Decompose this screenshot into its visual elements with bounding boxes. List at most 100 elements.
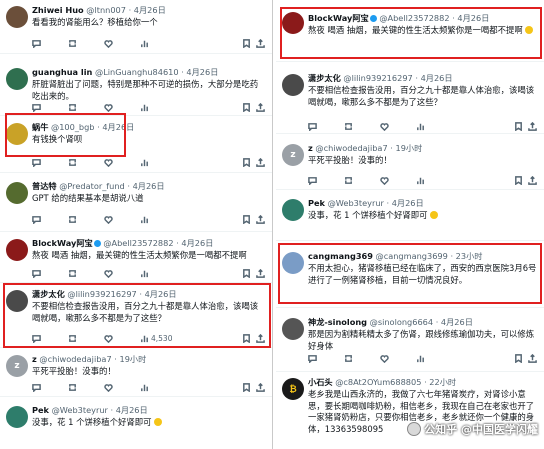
like-button[interactable] bbox=[104, 334, 140, 343]
author-name[interactable]: z bbox=[32, 354, 37, 364]
avatar[interactable] bbox=[6, 290, 28, 312]
author-handle[interactable]: @Web3teyrur bbox=[328, 198, 384, 208]
tweet-time[interactable]: 4月26日 bbox=[102, 122, 134, 132]
avatar[interactable] bbox=[282, 199, 304, 221]
bookmark-button[interactable] bbox=[242, 102, 256, 112]
tweet-time[interactable]: 4月26日 bbox=[133, 181, 165, 191]
retweet-button[interactable] bbox=[344, 122, 380, 131]
share-button[interactable] bbox=[256, 333, 266, 343]
tweet[interactable]: 蜗牛 @100_bgb · 4月26日 有钱换个肾呗 bbox=[0, 117, 272, 173]
author-handle[interactable]: @cangmang3699 bbox=[376, 251, 448, 261]
author-handle[interactable]: @100_bgb bbox=[51, 122, 95, 132]
avatar[interactable] bbox=[282, 12, 304, 34]
author-handle[interactable]: @Abell23572882 bbox=[103, 238, 173, 248]
share-button[interactable] bbox=[528, 353, 538, 363]
tweet-time[interactable]: 22小时 bbox=[429, 377, 456, 387]
author-handle[interactable]: @lilin939216297 bbox=[343, 73, 412, 83]
views-button[interactable] bbox=[140, 103, 186, 112]
views-button[interactable] bbox=[416, 176, 462, 185]
author-name[interactable]: Zhiwei Huo bbox=[32, 5, 84, 15]
tweet[interactable]: guanghua lin @LinGuanghu84610 · 4月26日 肝脏… bbox=[0, 62, 272, 116]
views-button[interactable] bbox=[140, 215, 186, 224]
tweet-time[interactable]: 4月26日 bbox=[181, 238, 213, 248]
author-name[interactable]: BlockWay阿宝 bbox=[308, 13, 369, 23]
avatar[interactable] bbox=[6, 6, 28, 28]
author-name[interactable]: BlockWay阿宝 bbox=[32, 238, 93, 248]
author-handle[interactable]: @LinGuanghu84610 bbox=[95, 67, 179, 77]
tweet-time[interactable]: 4月26日 bbox=[392, 198, 424, 208]
author-handle[interactable]: @Abell23572882 bbox=[379, 13, 449, 23]
tweet[interactable]: Zhiwei Huo @ltnn007 · 4月26日 看看我的肾能用么？移植给… bbox=[0, 0, 272, 54]
like-button[interactable] bbox=[380, 354, 416, 363]
reply-button[interactable] bbox=[32, 39, 68, 48]
like-button[interactable] bbox=[104, 103, 140, 112]
author-handle[interactable]: @chiwodedajiba7 bbox=[315, 143, 387, 153]
tweet[interactable]: z z @chiwodedajiba7 · 19小时 平死平投胎！没事的！ bbox=[276, 138, 544, 190]
author-handle[interactable]: @ltnn007 bbox=[86, 5, 126, 15]
author-handle[interactable]: @sinolong6664 bbox=[370, 317, 433, 327]
tweet-time[interactable]: 23小时 bbox=[456, 251, 483, 261]
avatar[interactable]: z bbox=[282, 144, 304, 166]
views-button[interactable] bbox=[140, 39, 186, 48]
reply-button[interactable] bbox=[308, 122, 344, 131]
author-name[interactable]: 潇步太化 bbox=[32, 289, 65, 299]
tweet[interactable]: 神龙-sinolong @sinolong6664 · 4月26日 那是因为割精… bbox=[276, 312, 544, 372]
views-button[interactable] bbox=[416, 122, 462, 131]
author-name[interactable]: guanghua lin bbox=[32, 67, 92, 77]
retweet-button[interactable] bbox=[344, 176, 380, 185]
tweet[interactable]: 普达特 @Predator_fund · 4月26日 GPT 给的结果基本是胡说… bbox=[0, 176, 272, 232]
retweet-button[interactable] bbox=[68, 383, 104, 392]
like-button[interactable] bbox=[104, 39, 140, 48]
bookmark-button[interactable] bbox=[242, 214, 256, 224]
reply-button[interactable] bbox=[308, 354, 344, 363]
share-button[interactable] bbox=[256, 382, 266, 392]
author-handle[interactable]: @Web3teyrur bbox=[52, 405, 108, 415]
author-name[interactable]: 潇步太化 bbox=[308, 73, 341, 83]
share-button[interactable] bbox=[256, 214, 266, 224]
like-button[interactable] bbox=[104, 269, 140, 278]
author-handle[interactable]: @c8At2OYum688805 bbox=[335, 377, 421, 387]
like-button[interactable] bbox=[380, 122, 416, 131]
bookmark-button[interactable] bbox=[514, 353, 528, 363]
retweet-button[interactable] bbox=[344, 354, 380, 363]
retweet-button[interactable] bbox=[68, 215, 104, 224]
share-button[interactable] bbox=[256, 157, 266, 167]
author-name[interactable]: Pek bbox=[308, 198, 325, 208]
author-handle[interactable]: @Predator_fund bbox=[59, 181, 125, 191]
avatar[interactable] bbox=[282, 74, 304, 96]
tweet-time[interactable]: 4月26日 bbox=[145, 289, 177, 299]
avatar[interactable] bbox=[282, 252, 304, 274]
author-name[interactable]: cangmang369 bbox=[308, 251, 373, 261]
reply-button[interactable] bbox=[308, 176, 344, 185]
reply-button[interactable] bbox=[32, 158, 68, 167]
avatar[interactable]: ₿ bbox=[282, 378, 304, 400]
views-button[interactable] bbox=[416, 354, 462, 363]
reply-button[interactable] bbox=[32, 269, 68, 278]
bookmark-button[interactable] bbox=[242, 333, 256, 343]
share-button[interactable] bbox=[256, 268, 266, 278]
share-button[interactable] bbox=[256, 38, 266, 48]
retweet-button[interactable] bbox=[68, 39, 104, 48]
bookmark-button[interactable] bbox=[514, 121, 528, 131]
bookmark-button[interactable] bbox=[514, 175, 528, 185]
views-button[interactable] bbox=[140, 383, 186, 392]
author-handle[interactable]: @lilin939216297 bbox=[67, 289, 136, 299]
retweet-button[interactable] bbox=[68, 269, 104, 278]
tweet-time[interactable]: 4月26日 bbox=[457, 13, 489, 23]
reply-button[interactable] bbox=[32, 334, 68, 343]
avatar[interactable]: z bbox=[6, 355, 28, 377]
share-button[interactable] bbox=[528, 121, 538, 131]
retweet-button[interactable] bbox=[68, 334, 104, 343]
tweet[interactable]: Pek @Web3teyrur · 4月26日 没事，花 1 个饼移植个好肾即可 bbox=[276, 193, 544, 241]
tweet[interactable]: cangmang369 @cangmang3699 · 23小时 不用太担心，猪… bbox=[276, 246, 544, 308]
like-button[interactable] bbox=[104, 383, 140, 392]
tweet-time[interactable]: 4月26日 bbox=[186, 67, 218, 77]
like-button[interactable] bbox=[380, 176, 416, 185]
like-button[interactable] bbox=[104, 158, 140, 167]
views-button[interactable] bbox=[140, 269, 186, 278]
reply-button[interactable] bbox=[32, 103, 68, 112]
tweet[interactable]: 潇步太化 @lilin939216297 · 4月26日 不要相信检查报告没用，… bbox=[0, 284, 272, 348]
author-name[interactable]: 小石头 bbox=[308, 377, 333, 387]
bookmark-button[interactable] bbox=[242, 38, 256, 48]
views-button[interactable] bbox=[140, 158, 186, 167]
